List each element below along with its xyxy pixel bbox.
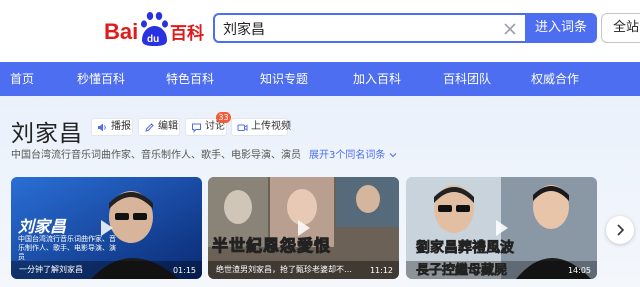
video-overlay-title: 劉家昌葬禮風波 (416, 240, 515, 257)
nav-item-featured[interactable]: 特色百科 (166, 62, 214, 96)
chat-bubble-icon (192, 123, 201, 133)
pencil-icon (145, 123, 154, 132)
entry-title: 刘家昌 (11, 121, 83, 147)
video-card[interactable]: 半世紀恩怨愛恨 绝世渣男刘家昌，抢了甄珍老婆却不… 11:12 (208, 177, 399, 279)
enter-entry-button[interactable]: 进入词条 (525, 13, 597, 43)
video-card[interactable]: 劉家昌葬禮風波 長子控繼母藏屍 14:05 (406, 177, 597, 279)
video-overlay-subtitle: 長子控繼母藏屍 (416, 263, 508, 279)
global-search-button[interactable]: 全站 (601, 13, 640, 43)
video-duration: 14:05 (567, 266, 591, 275)
expand-homonyms-label: 展开3个同名词条 (309, 150, 386, 161)
video-camera-icon (237, 124, 248, 131)
svg-text:du: du (147, 34, 159, 45)
chevron-right-icon (617, 224, 625, 236)
video-caption: 一分钟了解刘家昌 (19, 265, 83, 274)
video-overlay-title: 半世紀恩怨愛恨 (211, 236, 332, 256)
svg-text:Bai: Bai (104, 19, 138, 44)
broadcast-label: 播报 (111, 121, 131, 132)
nav-item-topics[interactable]: 知识专题 (260, 62, 308, 96)
nav-item-home[interactable]: 首页 (10, 62, 34, 96)
expand-homonyms-link[interactable]: 展开3个同名词条 (309, 146, 397, 161)
video-caption: 绝世渣男刘家昌，抢了甄珍老婆却不… (216, 265, 352, 274)
search-box[interactable] (213, 13, 525, 43)
play-icon (101, 220, 113, 236)
nav-item-partners[interactable]: 权威合作 (531, 62, 579, 96)
video-card[interactable]: 刘家昌 中国台湾流行音乐词曲作家、音乐制作人、歌手、电影导演、演员 一分钟了解刘… (11, 177, 202, 279)
video-duration: 01:15 (172, 266, 196, 275)
play-icon (496, 220, 508, 236)
entry-description: 中国台湾流行音乐词曲作家、音乐制作人、歌手、电影导演、演员 (11, 150, 301, 161)
edit-label: 编辑 (158, 121, 178, 132)
play-icon (298, 220, 310, 236)
baidu-baike-logo[interactable]: Bai du 百科 (104, 10, 212, 50)
search-input[interactable] (223, 19, 493, 39)
main-nav: 首页 秒懂百科 特色百科 知识专题 加入百科 百科团队 权威合作 (0, 62, 640, 96)
upload-video-label: 上传视频 (251, 121, 291, 132)
video-overlay-title: 刘家昌 (18, 217, 67, 236)
nav-item-join[interactable]: 加入百科 (353, 62, 401, 96)
edit-button[interactable]: 编辑 (138, 118, 180, 136)
nav-item-team[interactable]: 百科团队 (443, 62, 491, 96)
clear-icon[interactable] (501, 20, 519, 38)
carousel-next-button[interactable] (606, 216, 634, 244)
header: Bai du 百科 进入词条 全站 (0, 0, 640, 62)
broadcast-button[interactable]: 播报 (91, 118, 133, 136)
discuss-count-badge: 33 (216, 112, 231, 123)
video-duration: 11:12 (369, 266, 393, 275)
chevron-down-icon (389, 153, 396, 158)
speaker-icon (98, 123, 106, 132)
upload-video-button[interactable]: 上传视频 (231, 118, 291, 136)
nav-item-miaodong[interactable]: 秒懂百科 (77, 62, 125, 96)
video-overlay-text: 中国台湾流行音乐词曲作家、音乐制作人、歌手、电影导演、演员 (18, 235, 116, 261)
svg-text:百科: 百科 (170, 23, 204, 44)
